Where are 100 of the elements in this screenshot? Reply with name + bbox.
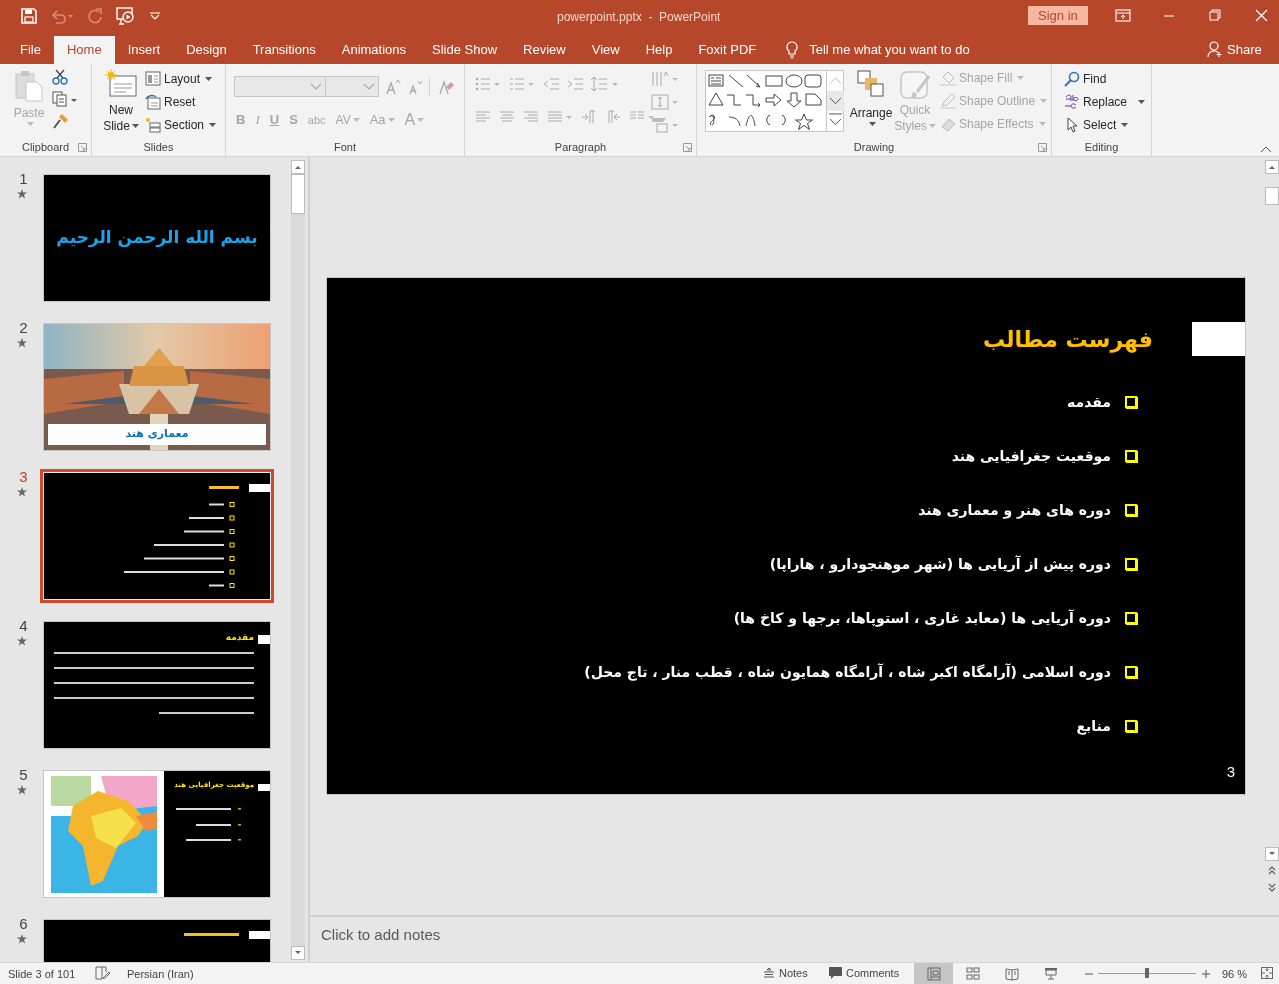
chevron-down-icon [310,82,322,91]
smartart-icon[interactable] [651,116,679,134]
font-size-field[interactable] [326,76,379,97]
bullet-text[interactable]: دوره اسلامی (آرامگاه اکبر شاه ، آرامگاه همایون شاه ، قطب منار ، تاج محل) [584,661,1111,683]
format-painter-icon[interactable] [52,113,70,129]
dialog-launcher-icon[interactable] [1038,143,1047,152]
increase-font-icon[interactable] [385,78,401,95]
scroll-down-icon[interactable] [291,946,305,960]
scissors-icon[interactable] [52,69,68,85]
person-add-icon[interactable] [1207,41,1223,59]
scroll-down-icon[interactable] [1265,847,1279,861]
bullet-text[interactable]: دوره های هنر و معماری هند [918,499,1111,521]
save-icon[interactable] [21,8,37,24]
scroll-thumb[interactable] [1265,187,1279,205]
numbering-icon[interactable] [509,76,535,92]
scroll-thumb[interactable] [291,174,305,214]
ribbon-tab[interactable]: Home [53,36,115,64]
bullet-text[interactable]: دوره پیش از آریایی ها (شهر موهنجودارو ، هاراپا) [769,553,1111,575]
notes-button[interactable]: Notes [763,965,808,982]
ribbon-tab[interactable]: Help [632,36,686,64]
select-button[interactable]: Select [1064,116,1146,134]
bullet-text[interactable]: موقعیت جغرافیایی هند [951,445,1111,467]
ribbon-tab[interactable]: Review [510,36,579,64]
caret-icon[interactable] [1138,100,1146,104]
spelling-icon[interactable] [95,966,111,980]
scroll-up-icon[interactable] [1265,160,1279,174]
increase-indent-icon[interactable] [567,76,583,92]
zoom-in-icon[interactable] [1201,969,1211,979]
bullet-text[interactable]: مقدمه [1067,391,1111,413]
language-label[interactable]: Persian (Iran) [127,966,194,983]
comments-button[interactable]: Comments [829,965,900,982]
ribbon-tab[interactable]: File [7,36,54,64]
new-slide-button[interactable]: New Slide [100,69,142,134]
text-direction-icon[interactable] [651,70,679,88]
shapes-gallery[interactable] [705,70,844,132]
fit-to-window-icon[interactable] [1261,967,1273,979]
zoom-slider[interactable] [1098,968,1196,978]
scroll-up-icon[interactable] [291,160,305,174]
bullet-icon [1125,504,1137,516]
justify-icon[interactable] [547,110,573,124]
align-center-icon[interactable] [499,110,515,124]
customize-caret-icon[interactable] [149,12,161,20]
section-button[interactable]: Section [145,116,217,134]
arrange-button[interactable]: Arrange [848,70,894,126]
bullet-text[interactable]: دوره آریایی ها (معابد غاری ، استوپاها، برجها و کاخ ها) [733,607,1111,629]
ribbon-tab[interactable]: Transitions [239,36,329,64]
collapse-ribbon-icon[interactable] [1260,145,1272,153]
align-left-icon[interactable] [475,110,491,124]
caret-icon[interactable] [205,77,213,81]
notes-field[interactable]: Click to add notes [321,924,1279,947]
right-to-left-icon[interactable] [605,110,621,124]
caret-icon[interactable] [868,122,876,126]
new-slide-icon[interactable] [105,69,137,99]
slide-thumbnail[interactable] [40,469,274,603]
share-button[interactable]: Share [1207,40,1262,60]
ribbon-tab[interactable]: Design [173,36,240,64]
dialog-launcher-icon[interactable] [78,143,87,152]
line-spacing-icon[interactable] [591,76,619,92]
scroll-down-icon[interactable] [827,90,844,112]
bullet-text[interactable]: منابع [1076,715,1111,737]
layout-button[interactable]: Layout [145,70,217,88]
zoom-slider-thumb[interactable] [1145,968,1149,978]
scrollbar[interactable] [291,160,305,960]
clear-formatting-icon[interactable] [436,78,454,95]
decrease-font-icon[interactable] [407,78,423,95]
slide-thumbnail[interactable]: معماری هند [43,323,271,451]
zoom-level[interactable]: 96 % [1222,966,1248,983]
ribbon-tab[interactable]: View [578,36,633,64]
chevron-down-icon [363,82,375,91]
decrease-indent-icon[interactable] [543,76,559,92]
align-text-icon[interactable] [651,93,679,111]
ribbon-tab[interactable]: Animations [328,36,420,64]
font-name-field[interactable] [234,76,326,97]
ribbon-tab[interactable]: Insert [114,36,174,64]
bullets-icon[interactable] [475,76,501,92]
slide-thumbnail[interactable]: بسم الله الرحمن الرحیم [43,174,271,302]
undo-icon[interactable] [50,8,74,24]
star-icon [16,785,27,795]
lightbulb-icon[interactable] [785,41,800,59]
sign-in-button[interactable]: Sign in [1028,6,1088,25]
tell-me-search[interactable]: Tell me what you want to do [809,40,970,60]
dialog-launcher-icon[interactable] [683,143,692,152]
align-right-icon[interactable] [523,110,539,124]
slide-thumbnail[interactable]: مقدمه [43,621,271,749]
redo-icon[interactable] [87,8,103,24]
caret-icon[interactable] [1121,123,1129,127]
ribbon-tab[interactable]: Slide Show [419,36,511,64]
title-marker [258,784,270,791]
replace-button[interactable]: Replace [1064,93,1146,111]
left-to-right-icon[interactable] [581,110,597,124]
ribbon-tab[interactable]: Foxit PDF [685,36,770,64]
reset-button[interactable]: Reset [145,93,217,111]
slide-canvas[interactable] [326,277,1246,795]
notes-icon [763,967,775,980]
start-slideshow-icon[interactable] [116,7,136,25]
slide-title[interactable]: فهرست مطالب [982,323,1153,356]
find-button[interactable]: Find [1064,70,1146,88]
caret-icon[interactable] [131,124,139,128]
caret-icon[interactable] [209,123,217,127]
copy-icon[interactable] [52,91,78,107]
